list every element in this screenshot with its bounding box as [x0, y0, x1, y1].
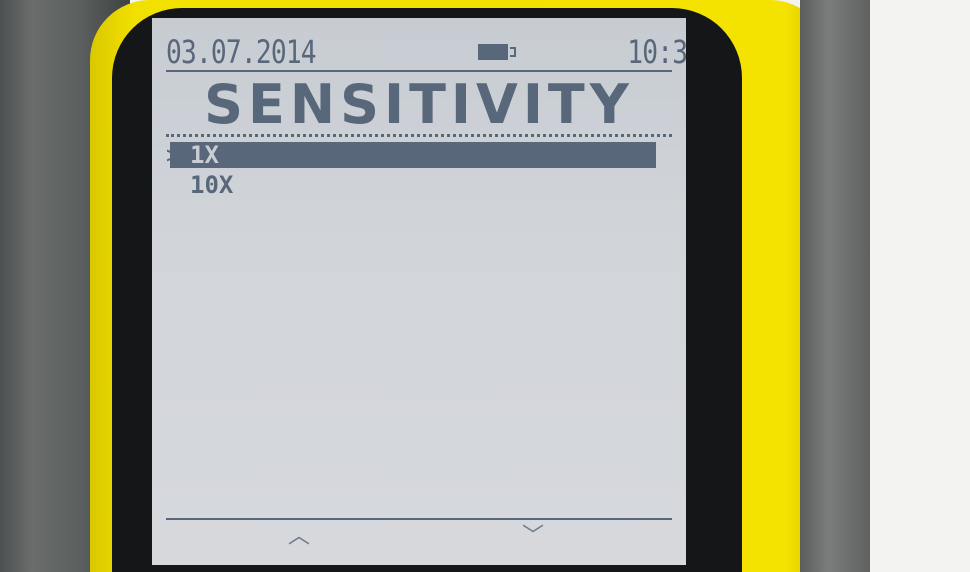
date-display: 03.07.2014 [166, 33, 317, 71]
menu-item-label: 1X [190, 141, 219, 169]
battery-icon [478, 44, 516, 60]
menu-item-1x[interactable]: 1X [170, 142, 656, 168]
down-arrow-icon[interactable]: ﹀ [522, 524, 544, 550]
title-divider [166, 134, 672, 137]
status-bar: 03.07.2014 10:32:30 [166, 32, 686, 74]
time-display: 10:32:30 [627, 33, 686, 71]
menu-item-10x[interactable]: 10X [170, 172, 656, 198]
lcd-screen: 03.07.2014 10:32:30 SENSITIVITY > 1X 10X… [152, 18, 686, 565]
softkey-divider [166, 518, 672, 520]
menu-item-label: 10X [190, 171, 234, 199]
header-divider [166, 70, 672, 72]
up-arrow-icon[interactable]: ︿ [288, 524, 310, 550]
page-title: SENSITIVITY [204, 73, 634, 136]
device-housing-right [800, 0, 870, 572]
